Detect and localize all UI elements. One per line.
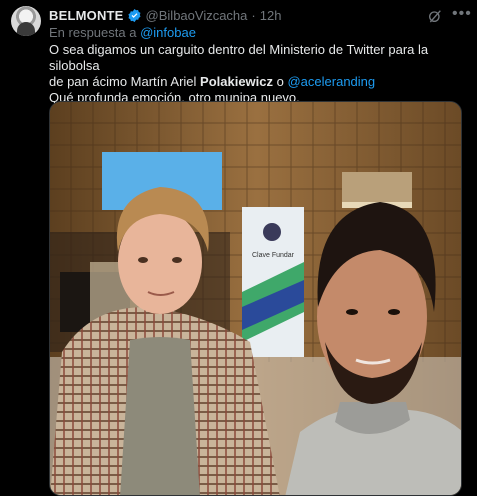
author-name[interactable]: BELMONTE	[49, 8, 124, 23]
mention-link[interactable]: @aceleranding	[287, 74, 375, 89]
tweet-bold-name: Polakiewicz	[200, 74, 274, 89]
author-handle[interactable]: @BilbaoVizcacha	[146, 8, 248, 23]
tweet-line-2-mid: o	[273, 74, 288, 89]
reply-context: En respuesta a @infobae	[49, 25, 196, 40]
tweet-line-2: de pan ácimo Martín Ariel Polakiewicz o …	[49, 74, 469, 90]
reply-to-link[interactable]: @infobae	[140, 25, 196, 40]
tweet-photo[interactable]: Clave Fundar	[49, 101, 462, 496]
author-avatar[interactable]	[11, 6, 41, 36]
reply-prefix: En respuesta a	[49, 25, 137, 40]
more-options-icon[interactable]: •••	[452, 6, 471, 24]
tweet-time[interactable]: 12h	[260, 8, 282, 23]
tweet-line-1: O sea digamos un carguito dentro del Min…	[49, 42, 429, 73]
tweet-text: O sea digamos un carguito dentro del Min…	[49, 42, 469, 106]
tweet[interactable]: BELMONTE @BilbaoVizcacha · 12h ••• En re…	[0, 0, 477, 496]
grok-icon[interactable]	[427, 8, 443, 24]
tweet-line-2-start: de pan ácimo Martín Ariel	[49, 74, 201, 89]
photo-illustration: Clave Fundar	[50, 102, 461, 495]
verified-badge-icon	[127, 8, 141, 22]
separator-dot: ·	[251, 7, 256, 23]
banner-text: Clave Fundar	[252, 252, 295, 259]
tweet-header: BELMONTE @BilbaoVizcacha · 12h	[49, 6, 281, 24]
